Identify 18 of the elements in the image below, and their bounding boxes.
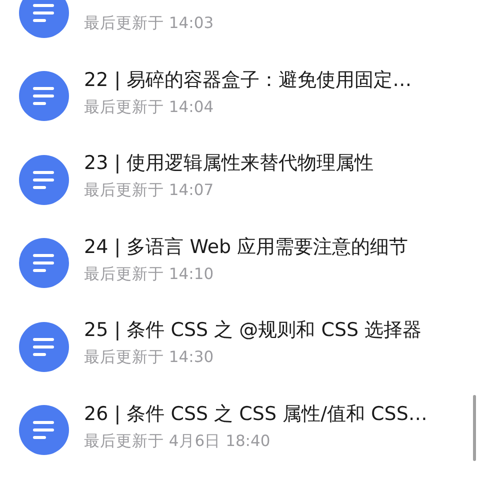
updated-time: 最后更新于 14:04 bbox=[84, 96, 215, 117]
document-title[interactable]: 22 | 易碎的容器盒子：避免使用固定… bbox=[84, 68, 412, 93]
document-icon[interactable] bbox=[19, 0, 69, 38]
document-title[interactable]: 24 | 多语言 Web 应用需要注意的细节 bbox=[84, 234, 408, 260]
document-title[interactable]: 25 | 条件 CSS 之 @规则和 CSS 选择器 bbox=[84, 318, 422, 344]
updated-time: 最后更新于 14:07 bbox=[84, 180, 215, 200]
document-icon[interactable] bbox=[19, 71, 69, 122]
updated-time: 最后更新于 14:03 bbox=[84, 13, 214, 34]
document-title[interactable]: 23 | 使用逻辑属性来替代物理属性 bbox=[84, 151, 374, 176]
updated-time: 最后更新于 14:10 bbox=[84, 264, 215, 284]
updated-time: 最后更新于 4月6日 18:40 bbox=[84, 430, 272, 451]
document-icon[interactable] bbox=[19, 238, 69, 288]
document-icon[interactable] bbox=[19, 154, 69, 205]
document-icon[interactable] bbox=[19, 322, 69, 372]
document-title[interactable]: 26 | 条件 CSS 之 CSS 属性/值和 CSS… bbox=[84, 402, 428, 427]
document-icon[interactable] bbox=[19, 405, 69, 456]
updated-time: 最后更新于 14:30 bbox=[84, 347, 215, 368]
scrollbar[interactable] bbox=[473, 395, 476, 461]
